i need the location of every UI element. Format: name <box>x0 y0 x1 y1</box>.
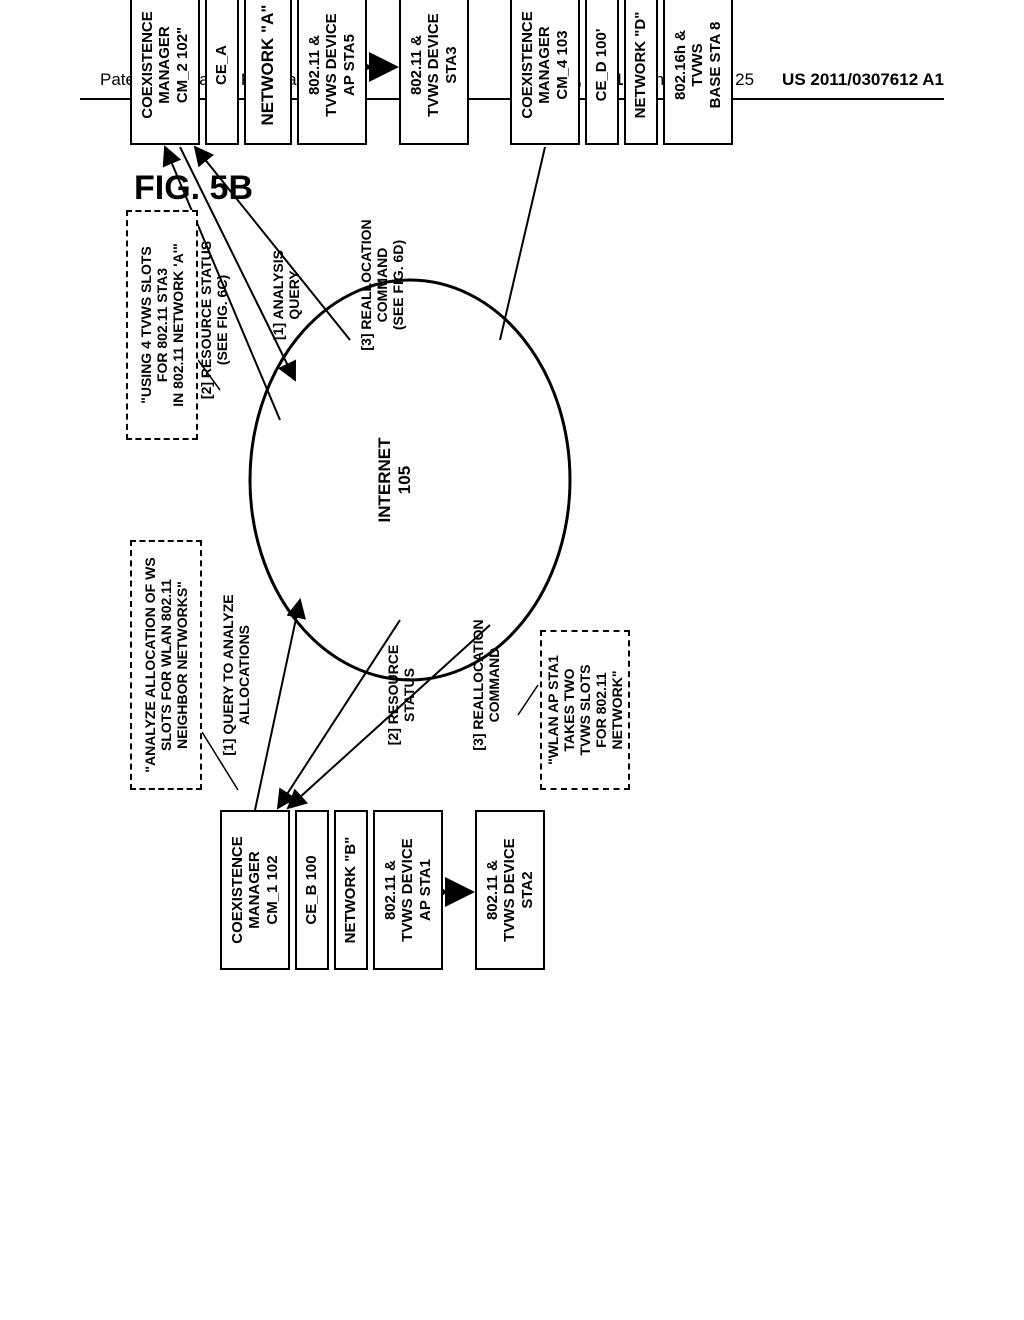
callout-using-4-slots: "USING 4 TVWS SLOTSFOR 802.11 STA3IN 802… <box>126 210 198 440</box>
box-network-d: NETWORK "D" <box>624 0 658 145</box>
label-internet: INTERNET105 <box>375 420 414 540</box>
label-reallocation-right: [3] REALLOCATIONCOMMAND(SEE FIG. 6D) <box>358 200 406 370</box>
label-resource-status-right: [2] RESOURCE STATUS(SEE FIG. 6C) <box>198 220 230 420</box>
box-cm1: COEXISTENCEMANAGERCM_1 102 <box>220 810 290 970</box>
box-ap-sta5: 802.11 &TVWS DEVICEAP STA5 <box>297 0 367 145</box>
box-sta3: 802.11 &TVWS DEVICESTA3 <box>399 0 469 145</box>
box-base-sta8: 802.16h &TVWSBASE STA 8 <box>663 0 733 145</box>
box-ap-sta1: 802.11 &TVWS DEVICEAP STA1 <box>373 810 443 970</box>
box-ced: CE_D 100' <box>585 0 619 145</box>
callout-analyze-allocation: "ANALYZE ALLOCATION OF WSSLOTS FOR WLAN … <box>130 540 202 790</box>
figure-5b-diagram: COEXISTENCEMANAGERCM_1 102 CE_B 100 NETW… <box>120 200 1024 980</box>
callout-wlan-takes-two: "WLAN AP STA1TAKES TWOTVWS SLOTSFOR 802.… <box>540 630 630 790</box>
label-reallocation-left: [3] REALLOCATIONCOMMAND <box>470 600 502 770</box>
box-ceb: CE_B 100 <box>295 810 329 970</box>
label-resource-status-left: [2] RESOURCESTATUS <box>385 620 417 770</box>
box-network-b: NETWORK "B" <box>334 810 368 970</box>
label-query-analyze: [1] QUERY TO ANALYZEALLOCATIONS <box>220 570 252 780</box>
box-network-a: NETWORK "A" <box>244 0 292 145</box>
box-cm2: COEXISTENCEMANAGERCM_2 102" <box>130 0 200 145</box>
box-sta2: 802.11 &TVWS DEVICESTA2 <box>475 810 545 970</box>
box-cea: CE_A <box>205 0 239 145</box>
box-cm4: COEXISTENCEMANAGERCM_4 103 <box>510 0 580 145</box>
label-analysis-query: [1] ANALYSISQUERY <box>270 230 302 360</box>
